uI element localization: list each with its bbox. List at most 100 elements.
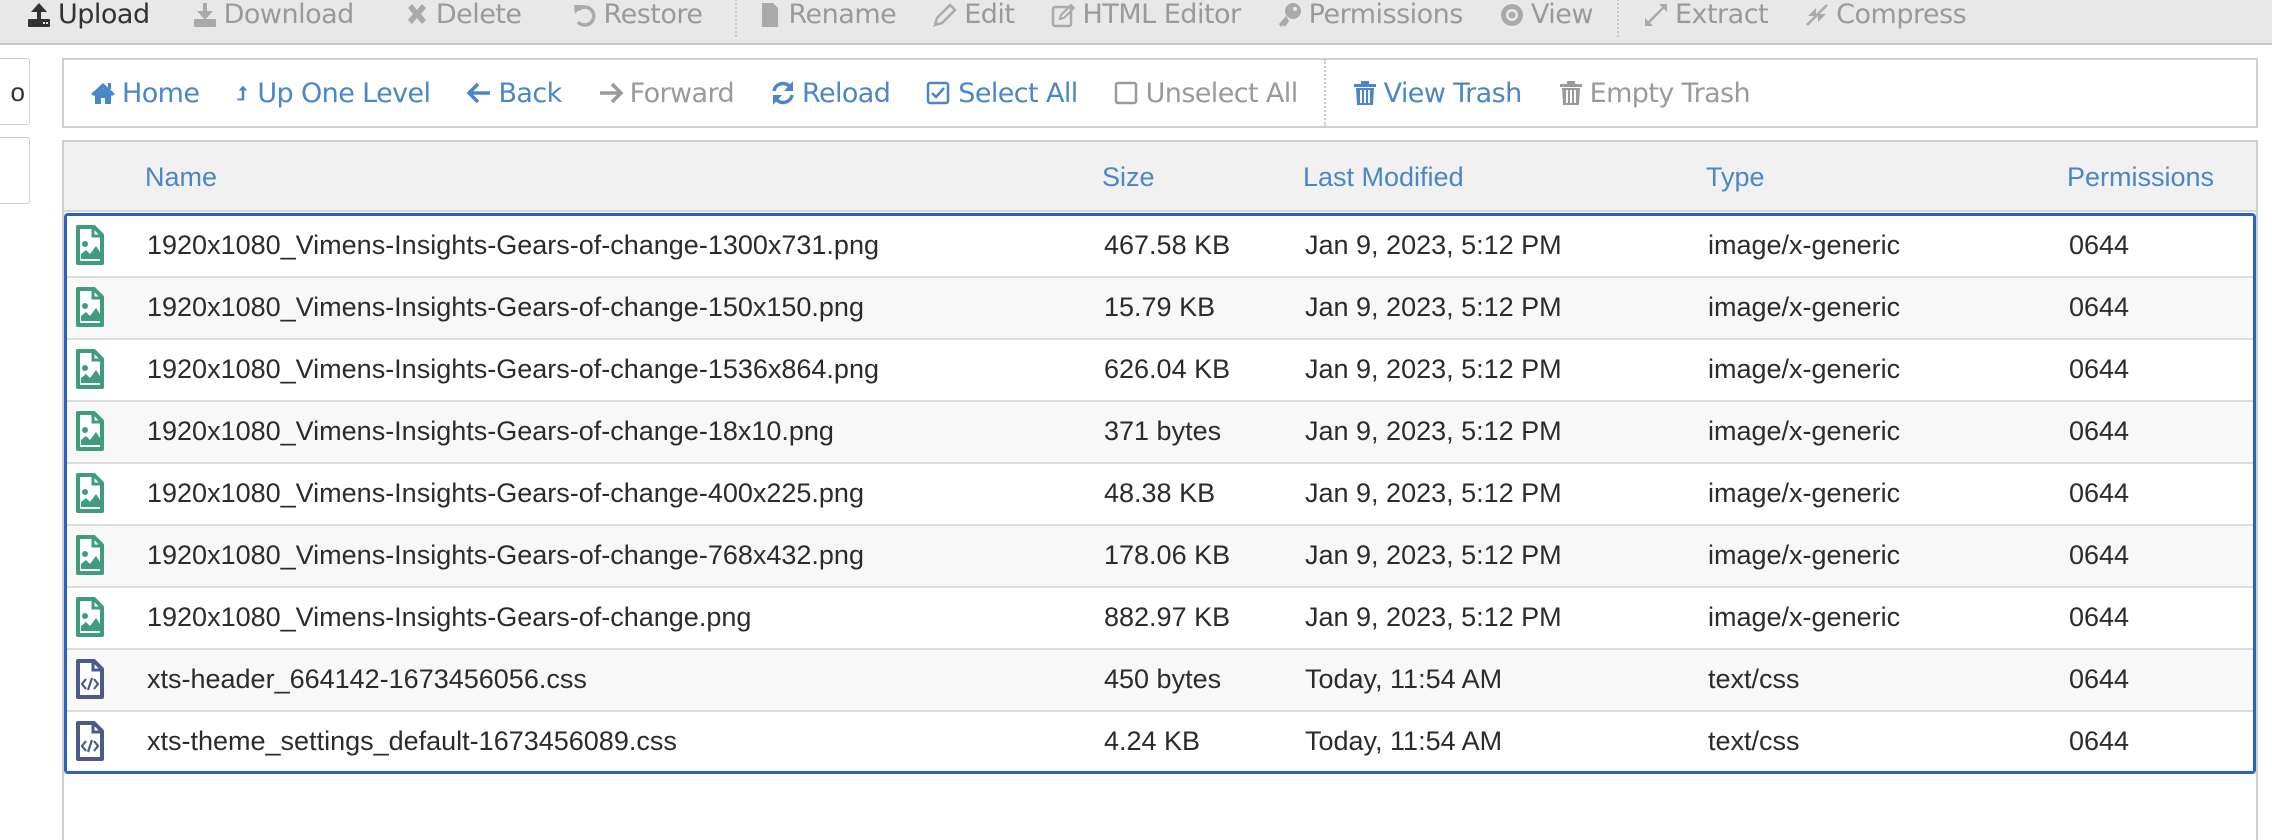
edit-button[interactable]: Edit	[932, 0, 1015, 37]
table-row[interactable]: xts-header_664142-1673456056.css 450 byt…	[67, 650, 2253, 712]
table-row[interactable]: 1920x1080_Vimens-Insights-Gears-of-chang…	[67, 278, 2253, 340]
arrow-right-icon	[599, 82, 624, 104]
image-file-icon	[75, 287, 105, 327]
download-icon	[193, 2, 216, 27]
upload-icon	[28, 2, 50, 27]
column-header-last-modified[interactable]: Last Modified	[1303, 162, 1464, 193]
table-row[interactable]: 1920x1080_Vimens-Insights-Gears-of-chang…	[67, 402, 2253, 464]
file-modified: Jan 9, 2023, 5:12 PM	[1305, 354, 1562, 384]
table-row[interactable]: xts-theme_settings_default-1673456089.cs…	[67, 712, 2253, 771]
file-size: 371 bytes	[1104, 416, 1222, 446]
compress-icon	[1806, 3, 1829, 26]
trash-icon	[1353, 81, 1376, 105]
restore-icon	[573, 4, 595, 27]
checkbox-empty-icon	[1114, 81, 1137, 105]
column-header-type[interactable]: Type	[1706, 162, 1765, 193]
home-icon	[91, 83, 115, 104]
file-modified: Jan 9, 2023, 5:12 PM	[1305, 540, 1562, 570]
home-button[interactable]: Home	[90, 78, 200, 109]
expand-icon	[1644, 3, 1667, 26]
file-name: 1920x1080_Vimens-Insights-Gears-of-chang…	[147, 602, 752, 632]
sidebar-panel	[0, 137, 30, 204]
select-all-button[interactable]: Select All	[926, 78, 1078, 109]
file-name: 1920x1080_Vimens-Insights-Gears-of-chang…	[147, 540, 864, 570]
file-size: 178.06 KB	[1104, 540, 1231, 570]
column-header-name[interactable]: Name	[145, 162, 217, 193]
file-modified: Jan 9, 2023, 5:12 PM	[1305, 230, 1562, 260]
permissions-button[interactable]: Permissions	[1277, 0, 1463, 37]
file-name: 1920x1080_Vimens-Insights-Gears-of-chang…	[147, 354, 879, 384]
column-header-size[interactable]: Size	[1102, 162, 1155, 193]
file-name: 1920x1080_Vimens-Insights-Gears-of-chang…	[147, 478, 864, 508]
compress-button[interactable]: Compress	[1804, 0, 1967, 37]
html-editor-button[interactable]: HTML Editor	[1051, 0, 1241, 37]
image-file-icon	[75, 411, 105, 451]
file-permissions: 0644	[2069, 292, 2130, 322]
image-file-icon	[75, 535, 105, 575]
file-type: image/x-generic	[1708, 540, 1901, 570]
file-type: image/x-generic	[1708, 230, 1901, 260]
checkbox-checked-icon	[927, 81, 950, 105]
file-type: image/x-generic	[1708, 602, 1901, 632]
key-icon	[1278, 2, 1301, 27]
upload-label: Upload	[58, 0, 150, 30]
file-type: image/x-generic	[1708, 478, 1901, 508]
code-file-icon	[75, 721, 105, 761]
download-button[interactable]: Download	[192, 0, 354, 37]
restore-button[interactable]: Restore	[572, 0, 703, 37]
file-type: image/x-generic	[1708, 292, 1901, 322]
download-label: Download	[223, 0, 355, 30]
delete-button[interactable]: Delete	[404, 0, 522, 37]
rename-label: Rename	[788, 0, 897, 30]
delete-icon	[407, 3, 426, 24]
file-modified: Today, 11:54 AM	[1305, 726, 1503, 756]
table-row[interactable]: 1920x1080_Vimens-Insights-Gears-of-chang…	[67, 340, 2253, 402]
file-type: text/css	[1708, 726, 1800, 756]
trash-icon	[1559, 81, 1582, 105]
file-type: image/x-generic	[1708, 354, 1901, 384]
column-header-permissions[interactable]: Permissions	[2067, 162, 2214, 193]
rename-button[interactable]: Rename	[757, 0, 897, 37]
file-permissions: 0644	[2069, 726, 2130, 756]
file-size: 15.79 KB	[1104, 292, 1216, 322]
file-modified: Jan 9, 2023, 5:12 PM	[1305, 602, 1562, 632]
reload-button[interactable]: Reload	[770, 78, 891, 109]
file-permissions: 0644	[2069, 540, 2130, 570]
file-permissions: 0644	[2069, 664, 2130, 694]
file-permissions: 0644	[2069, 416, 2130, 446]
action-toolbar: Upload Download Delete Restore Rename Ed…	[0, 0, 2272, 45]
file-list: 1920x1080_Vimens-Insights-Gears-of-chang…	[64, 213, 2256, 774]
extract-button[interactable]: Extract	[1643, 0, 1769, 37]
view-button[interactable]: View	[1499, 0, 1593, 37]
empty-trash-button[interactable]: Empty Trash	[1558, 77, 1751, 109]
up-one-level-button[interactable]: Up One Level	[235, 78, 431, 109]
html-editor-label: HTML Editor	[1082, 0, 1242, 30]
sidebar-search-box[interactable]: o	[0, 58, 30, 125]
permissions-label: Permissions	[1308, 0, 1464, 30]
view-trash-button[interactable]: View Trash	[1352, 78, 1522, 109]
upload-button[interactable]: Upload	[26, 0, 150, 37]
forward-label: Forward	[629, 77, 735, 109]
empty-trash-label: Empty Trash	[1589, 77, 1751, 109]
table-row[interactable]: 1920x1080_Vimens-Insights-Gears-of-chang…	[67, 464, 2253, 526]
forward-button[interactable]: Forward	[598, 77, 735, 109]
file-size: 882.97 KB	[1104, 602, 1231, 632]
back-button[interactable]: Back	[466, 77, 562, 109]
eye-icon	[1500, 3, 1523, 26]
file-name: 1920x1080_Vimens-Insights-Gears-of-chang…	[147, 230, 879, 260]
file-modified: Jan 9, 2023, 5:12 PM	[1305, 292, 1562, 322]
code-file-icon	[75, 659, 105, 699]
table-row[interactable]: 1920x1080_Vimens-Insights-Gears-of-chang…	[67, 588, 2253, 650]
table-row[interactable]: 1920x1080_Vimens-Insights-Gears-of-chang…	[67, 216, 2253, 278]
image-file-icon	[75, 473, 105, 513]
toolbar-divider	[734, 0, 737, 37]
restore-label: Restore	[603, 0, 703, 30]
unselect-all-button[interactable]: Unselect All	[1114, 78, 1298, 109]
file-modified: Today, 11:54 AM	[1305, 664, 1503, 694]
file-size: 48.38 KB	[1104, 478, 1216, 508]
file-permissions: 0644	[2069, 602, 2130, 632]
edit-square-icon	[1051, 3, 1075, 27]
back-label: Back	[498, 77, 562, 109]
navigation-toolbar: Home Up One Level Back Forward Reload Se…	[62, 58, 2258, 128]
table-row[interactable]: 1920x1080_Vimens-Insights-Gears-of-chang…	[67, 526, 2253, 588]
